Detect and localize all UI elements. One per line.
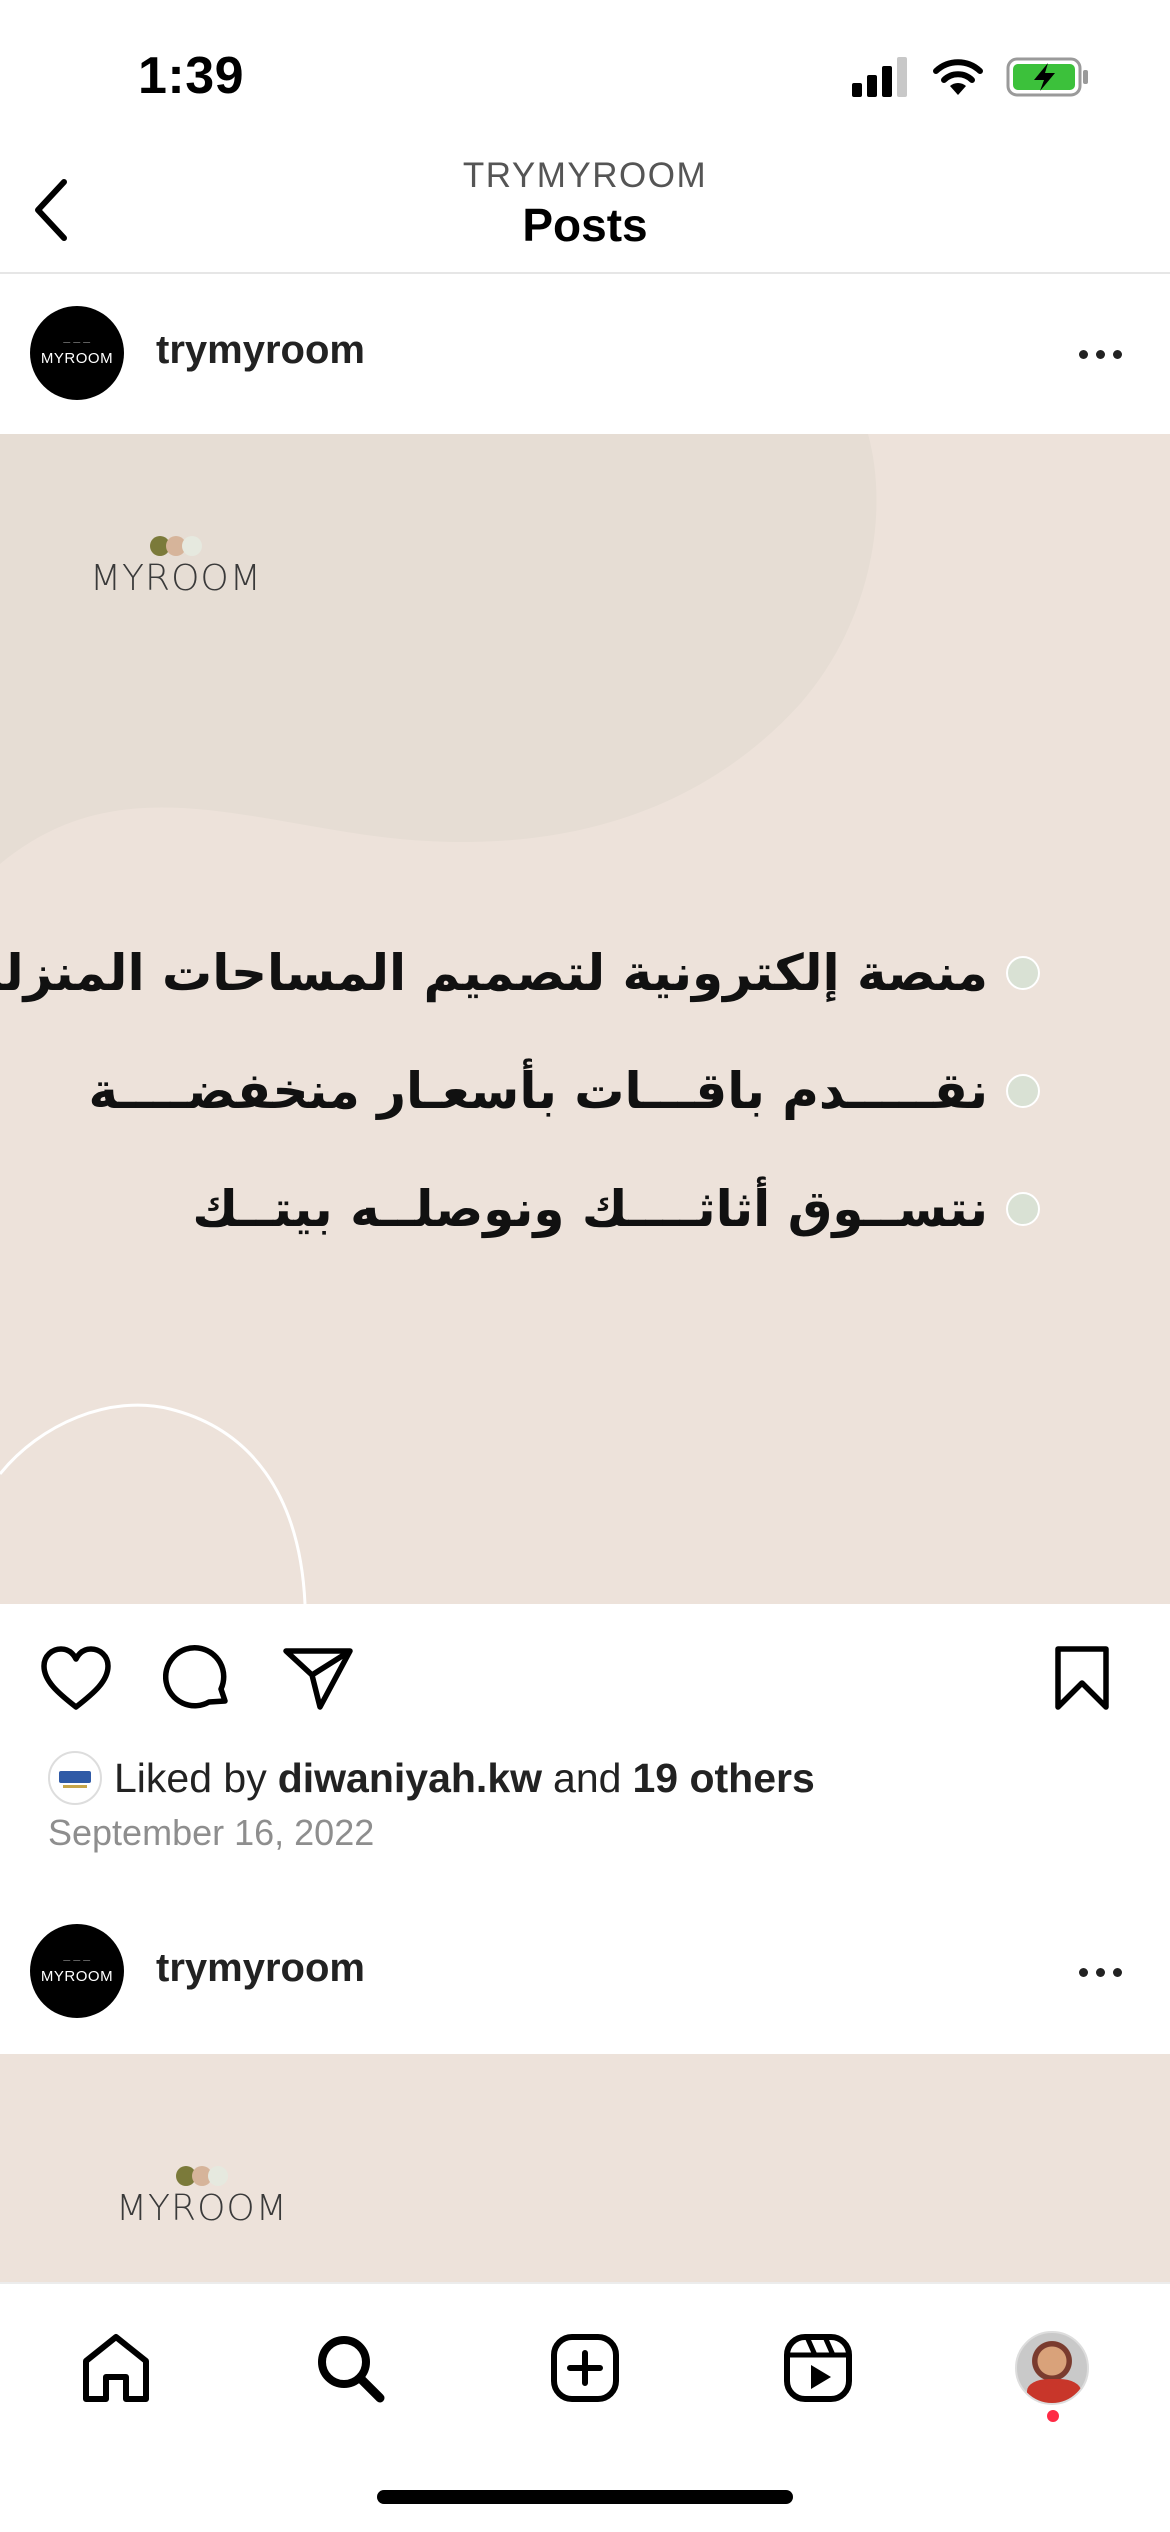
likes-prefix: Liked by: [114, 1754, 267, 1801]
likes-summary[interactable]: Liked by diwaniyah.kw and 19 others: [48, 1748, 815, 1808]
profile-avatar: [1015, 2331, 1089, 2405]
more-dot: [1095, 349, 1105, 359]
home-icon: [83, 2334, 149, 2402]
myroom-logo: MYROOM: [90, 534, 262, 599]
reels-icon: [784, 2334, 852, 2402]
logo-dots: [149, 534, 202, 558]
post-date: September 16, 2022: [48, 1812, 375, 1853]
create-icon: [551, 2334, 619, 2402]
bullet-list: منصة إلكترونية لتصميم المساحات المنزلية …: [0, 914, 1040, 1268]
send-icon: [283, 1648, 353, 1710]
post-actions: [0, 1604, 1170, 1754]
logo-dots: [175, 2164, 228, 2188]
bullet-item: نقـــــدم باقـــات بأسعـار منخفضــــة: [89, 1032, 1040, 1150]
post-image[interactable]: MYROOM منصة إلكترونية لتصميم المساحات ال…: [0, 434, 1170, 1604]
status-icons: [852, 52, 1090, 102]
avatar-text: MYROOM: [40, 1968, 114, 1985]
nav-home[interactable]: [66, 2318, 166, 2418]
nav-search[interactable]: [300, 2318, 400, 2418]
account-avatar[interactable]: — — — MYROOM: [30, 306, 124, 400]
post-header: — — — MYROOM trymyroom: [0, 276, 1170, 436]
header-titles: TRYMYROOM Posts: [0, 156, 1170, 252]
status-bar: 1:39: [0, 0, 1170, 150]
bullet-dot: [1006, 1074, 1040, 1108]
more-dot: [1078, 1967, 1088, 1977]
battery-charging-icon: [1006, 57, 1088, 97]
liker-avatar: [48, 1751, 102, 1805]
more-dot: [1112, 349, 1122, 359]
account-avatar[interactable]: — — — MYROOM: [30, 1924, 124, 2018]
logo-text: MYROOM: [90, 558, 262, 599]
liker-logo-icon: [59, 1771, 91, 1788]
post-image[interactable]: MYROOM: [0, 2054, 1170, 2284]
liker-username[interactable]: diwaniyah.kw: [278, 1755, 542, 1802]
avatar-tiny-mark: — — —: [63, 1957, 91, 1964]
share-button[interactable]: [280, 1640, 356, 1716]
cellular-signal-icon: [852, 57, 907, 97]
post-username[interactable]: trymyroom: [156, 328, 365, 373]
top-header: TRYMYROOM Posts: [0, 150, 1170, 274]
more-dot: [1078, 349, 1088, 359]
bullet-dot: [1006, 1192, 1040, 1226]
myroom-logo: MYROOM: [116, 2164, 288, 2229]
more-options-button[interactable]: [1060, 1942, 1140, 2002]
bullet-dot: [1006, 956, 1040, 990]
avatar-tiny-mark: — — —: [63, 339, 91, 346]
bookmark-icon: [1055, 1646, 1109, 1710]
post-header: — — — MYROOM trymyroom: [0, 1894, 1170, 2054]
page-title: Posts: [522, 199, 648, 251]
home-indicator[interactable]: [377, 2490, 793, 2504]
bullet-item: نتســوق أثاثــــك ونوصلــه بيتــك: [140, 1150, 1040, 1268]
comment-button[interactable]: [160, 1640, 236, 1716]
wifi-icon: [933, 59, 983, 95]
likes-others[interactable]: 19 others: [632, 1755, 814, 1802]
bullet-text: نتســوق أثاثــــك ونوصلــه بيتــك: [192, 1180, 988, 1238]
bullet-text: منصة إلكترونية لتصميم المساحات المنزلية: [0, 944, 988, 1002]
bullet-text: نقـــــدم باقـــات بأسعـار منخفضــــة: [88, 1062, 988, 1120]
nav-create[interactable]: [535, 2318, 635, 2418]
more-dot: [1095, 1967, 1105, 1977]
logo-text: MYROOM: [116, 2188, 288, 2229]
more-dot: [1112, 1967, 1122, 1977]
heart-icon: [41, 1646, 111, 1710]
likes-middle: and: [553, 1754, 622, 1801]
like-button[interactable]: [38, 1640, 114, 1716]
more-options-button[interactable]: [1060, 324, 1140, 384]
notification-dot: [1047, 2410, 1059, 2422]
avatar-text: MYROOM: [40, 350, 114, 367]
bullet-item: منصة إلكترونية لتصميم المساحات المنزلية: [0, 914, 1040, 1032]
nav-profile[interactable]: [1002, 2318, 1102, 2418]
status-time: 1:39: [138, 47, 245, 105]
search-icon: [318, 2336, 385, 2403]
header-account-name: TRYMYROOM: [462, 156, 708, 195]
nav-reels[interactable]: [768, 2318, 868, 2418]
save-button[interactable]: [1044, 1640, 1120, 1716]
post-username[interactable]: trymyroom: [156, 1946, 365, 1991]
comment-icon: [163, 1645, 228, 1709]
